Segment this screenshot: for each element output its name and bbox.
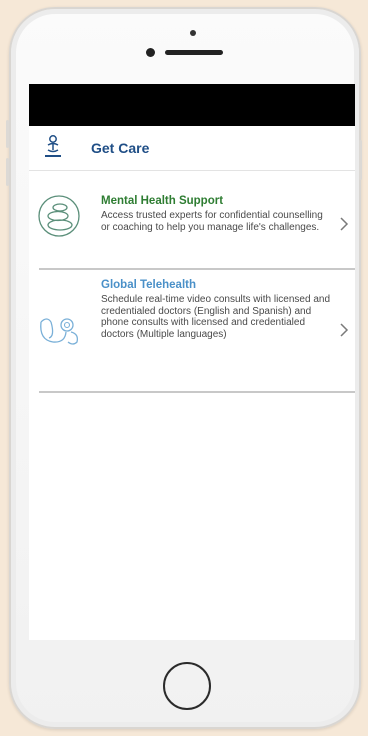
stethoscope-icon bbox=[35, 310, 83, 355]
chevron-right-icon[interactable] bbox=[339, 322, 349, 338]
volume-down-button bbox=[6, 158, 9, 186]
earpiece-speaker bbox=[165, 50, 223, 55]
person-care-icon bbox=[42, 134, 64, 160]
stones-icon bbox=[37, 194, 81, 243]
page-title: Get Care bbox=[91, 140, 150, 156]
power-button bbox=[359, 140, 362, 180]
status-bar-redacted bbox=[29, 84, 355, 126]
global-telehealth-card[interactable]: Global Telehealth Schedule real-time vid… bbox=[29, 270, 355, 390]
card-divider bbox=[39, 391, 355, 393]
mental-health-title: Mental Health Support bbox=[101, 195, 224, 207]
phone-screen: Get Care Mental Health Support Access tr… bbox=[29, 84, 355, 640]
mental-health-support-card[interactable]: Mental Health Support Access trusted exp… bbox=[29, 171, 355, 267]
front-camera bbox=[146, 48, 155, 57]
chevron-right-icon[interactable] bbox=[339, 216, 349, 232]
global-telehealth-description: Schedule real-time video consults with l… bbox=[101, 294, 331, 340]
proximity-sensor bbox=[190, 30, 196, 36]
home-button[interactable] bbox=[163, 662, 211, 710]
volume-up-button bbox=[6, 120, 9, 148]
mental-health-description: Access trusted experts for confidential … bbox=[101, 210, 323, 233]
get-care-header: Get Care bbox=[29, 126, 355, 171]
global-telehealth-title: Global Telehealth bbox=[101, 279, 196, 291]
